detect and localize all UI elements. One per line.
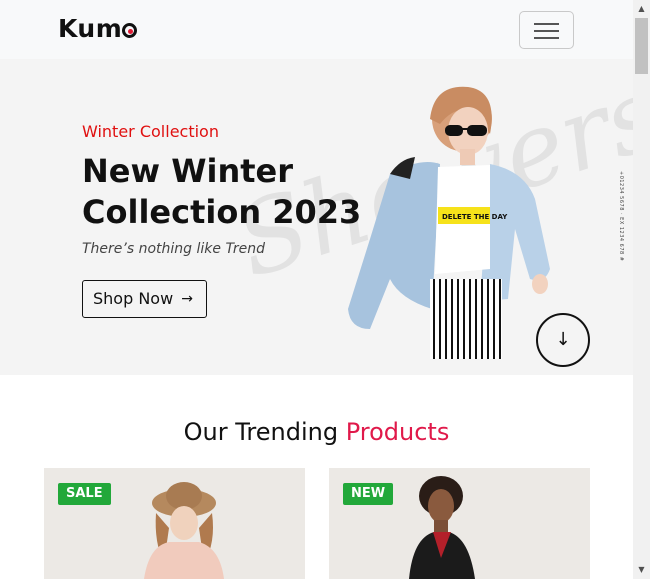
scroll-up-icon[interactable]: ▲ <box>633 2 650 16</box>
section-title: Our Trending Products <box>0 418 633 446</box>
new-badge: NEW <box>343 483 394 505</box>
brand-logo-text: Kum <box>58 14 123 43</box>
navbar: Kum <box>0 0 633 59</box>
brand-logo[interactable]: Kum <box>58 14 138 43</box>
logo-dot-icon <box>122 23 138 38</box>
shirt-print-text: DELETE THE DAY <box>442 213 508 221</box>
shop-now-label: Shop Now <box>93 289 174 308</box>
hero-tagline: There’s nothing like Trend <box>82 241 266 257</box>
arrow-right-icon: → <box>181 291 193 307</box>
menu-toggle-button[interactable] <box>519 11 574 49</box>
sale-badge: SALE <box>58 483 111 505</box>
hero-subtitle: Winter Collection <box>82 122 219 141</box>
arrow-down-icon: ↓ <box>555 329 571 350</box>
hamburger-icon-line <box>534 30 559 32</box>
section-title-accent: Products <box>345 418 450 446</box>
page-scrollbar[interactable]: ▲ ▼ <box>633 0 650 579</box>
shop-now-button[interactable]: Shop Now → <box>82 280 207 318</box>
hero-model-image: DELETE THE DAY <box>348 86 550 359</box>
hamburger-icon-line <box>534 23 559 25</box>
hero-banner: Showers DELETE THE DAY <box>0 59 633 375</box>
hamburger-icon-line <box>534 37 559 39</box>
product-card[interactable]: SALE <box>44 468 305 579</box>
scroll-down-icon[interactable]: ▼ <box>633 563 650 577</box>
product-card[interactable]: NEW <box>329 468 590 579</box>
hero-title: New Winter Collection 2023 <box>82 152 362 231</box>
section-title-plain: Our Trending <box>183 418 339 446</box>
scroll-down-button[interactable]: ↓ <box>536 313 590 367</box>
scrollbar-thumb[interactable] <box>635 18 648 74</box>
hero-side-text: +01234 5678 · EX 1234 678 # <box>618 171 624 262</box>
